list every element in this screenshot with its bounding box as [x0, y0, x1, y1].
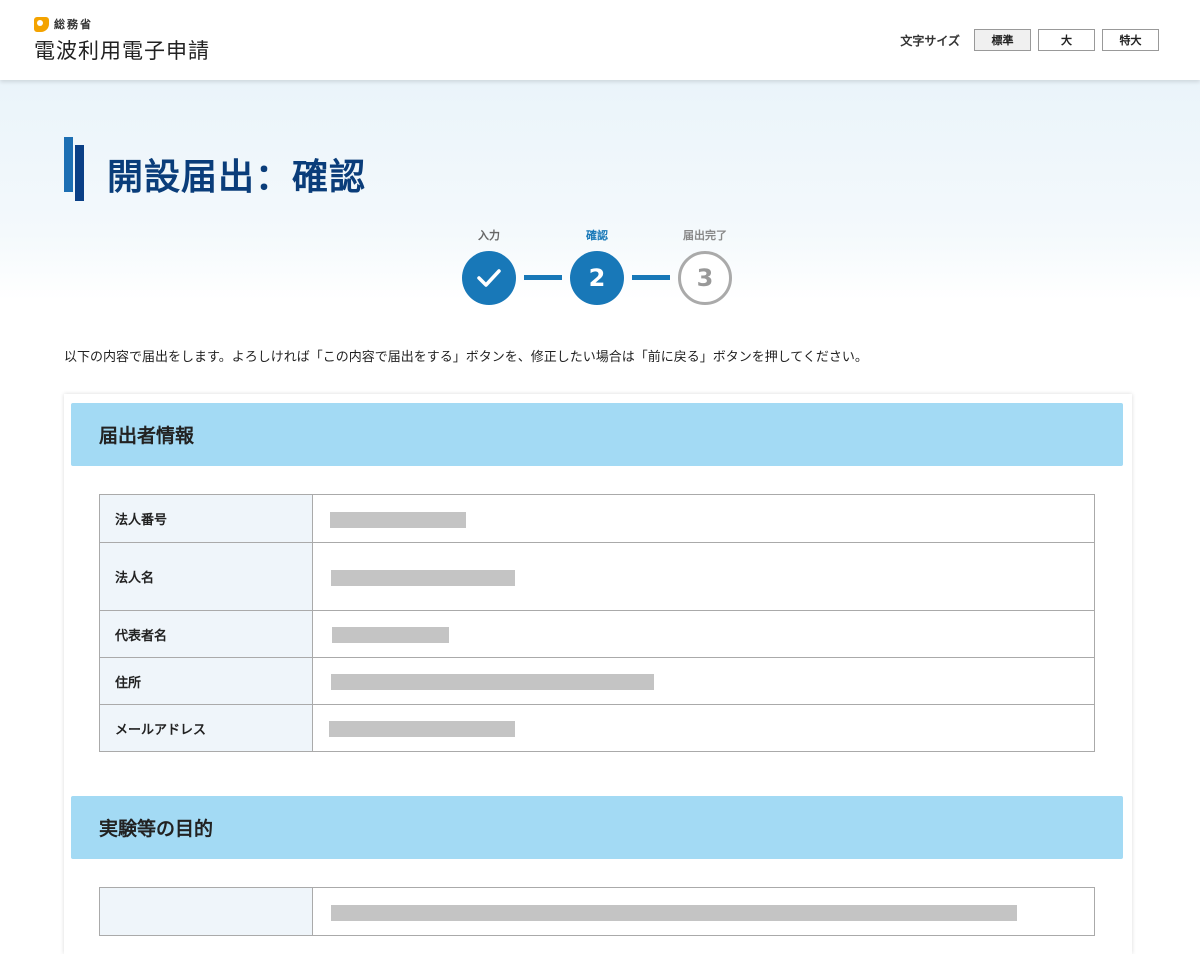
row-value	[312, 610, 1095, 658]
row-label: 代表者名	[99, 610, 313, 658]
step-circle-confirm: 2	[570, 251, 624, 305]
check-icon	[477, 269, 501, 287]
row-value	[312, 657, 1095, 705]
title-accent-bar	[64, 137, 73, 192]
site-header: 総務省 電波利用電子申請 文字サイズ 標準 大 特大	[0, 0, 1200, 80]
redacted-value	[331, 569, 515, 586]
row-label: 住所	[99, 657, 313, 705]
row-value	[312, 494, 1095, 543]
table-row	[99, 887, 1095, 936]
redacted-value	[332, 627, 449, 643]
section-header-purpose: 実験等の目的	[71, 796, 1123, 859]
title-accent-bar-dark	[75, 145, 84, 201]
step-connector	[524, 275, 562, 280]
service-name: 電波利用電子申請	[34, 39, 210, 63]
purpose-info-table	[99, 887, 1095, 936]
section-header-applicant: 届出者情報	[71, 403, 1123, 466]
ministry-name: 総務省	[54, 18, 93, 31]
row-value	[312, 542, 1095, 611]
step-label-complete: 届出完了	[683, 229, 727, 242]
row-label: 法人番号	[99, 494, 313, 543]
intro-text: 以下の内容で届出をします。よろしければ「この内容で届出をする」ボタンを、修正した…	[64, 350, 868, 365]
table-row: 法人番号	[99, 494, 1095, 543]
redacted-value	[330, 511, 466, 528]
step-connector	[632, 275, 670, 280]
table-row: 代表者名	[99, 610, 1095, 658]
table-row: メールアドレス	[99, 704, 1095, 752]
table-row: 住所	[99, 657, 1095, 705]
step-circle-complete: 3	[678, 251, 732, 305]
ministry-logo-icon	[34, 16, 49, 32]
step-circle-input	[462, 251, 516, 305]
font-size-standard-button[interactable]: 標準	[974, 29, 1031, 51]
applicant-info-table: 法人番号 法人名 代表者名 住所 メールアドレス	[99, 494, 1095, 752]
font-size-extra-large-button[interactable]: 特大	[1102, 29, 1159, 51]
table-row: 法人名	[99, 542, 1095, 611]
font-size-switcher: 文字サイズ 標準 大 特大	[900, 29, 1159, 51]
step-label-input: 入力	[478, 229, 500, 242]
step-label-confirm: 確認	[586, 229, 608, 242]
redacted-value	[331, 674, 654, 690]
font-size-large-button[interactable]: 大	[1038, 29, 1095, 51]
row-value	[312, 704, 1095, 752]
row-value	[312, 887, 1095, 936]
row-label	[99, 887, 313, 936]
site-logo[interactable]: 総務省 電波利用電子申請	[34, 16, 210, 65]
font-size-label: 文字サイズ	[900, 33, 960, 48]
redacted-value	[329, 721, 515, 737]
row-label: メールアドレス	[99, 704, 313, 752]
page-title: 開設届出：確認	[107, 157, 367, 198]
row-label: 法人名	[99, 542, 313, 611]
redacted-value	[331, 904, 1017, 921]
